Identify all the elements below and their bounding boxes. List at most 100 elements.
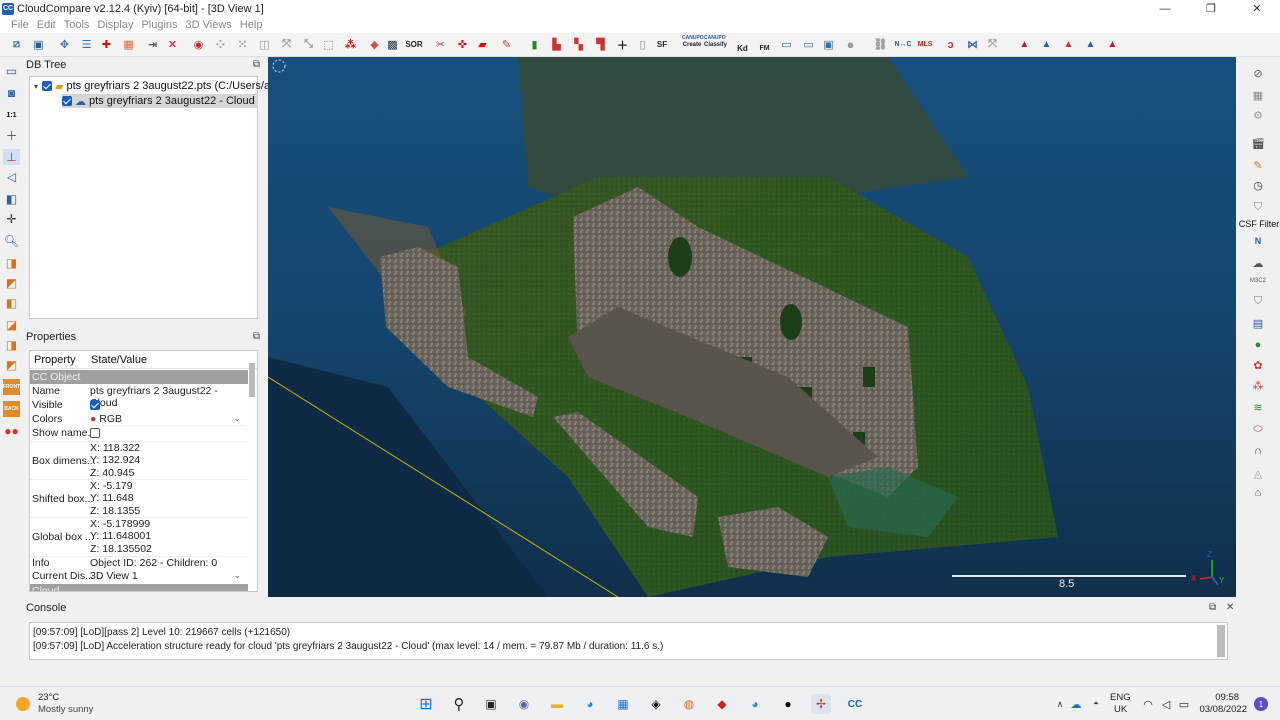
rainbow-5-icon[interactable]: ▲ bbox=[1104, 36, 1121, 53]
point-cloud-render[interactable] bbox=[268, 57, 1236, 597]
prop-value[interactable]: pts greyfriars 2 3august22 - Cloud bbox=[90, 385, 248, 409]
menu-file[interactable]: File bbox=[11, 19, 29, 31]
sphere-green-icon[interactable]: ● bbox=[1250, 337, 1266, 353]
segment-icon[interactable]: ✜ bbox=[454, 36, 471, 53]
view-bottom-icon[interactable]: ◩ bbox=[3, 357, 20, 373]
plane-icon[interactable]: ▰ bbox=[474, 36, 491, 53]
camera-icon[interactable]: ◙ bbox=[3, 85, 20, 101]
tree-cloud-checkbox[interactable] bbox=[62, 96, 72, 106]
fm-button[interactable]: FM bbox=[756, 40, 773, 57]
app-red-icon[interactable]: ◆ bbox=[712, 694, 732, 714]
firefox-icon[interactable]: ◍ bbox=[679, 694, 699, 714]
view-right-icon[interactable]: ◨ bbox=[3, 337, 20, 353]
sphere-wire-icon[interactable] bbox=[842, 36, 859, 53]
delete-icon[interactable]: ✕ bbox=[164, 36, 181, 53]
view-back-icon[interactable]: ◪ bbox=[3, 317, 20, 333]
perspective-icon[interactable]: ◁ bbox=[3, 169, 20, 185]
network-tray-icon[interactable]: ◓ bbox=[1086, 694, 1106, 714]
add-sf-icon[interactable]: ＋ bbox=[614, 36, 631, 53]
rainbow-2-icon[interactable]: ▲ bbox=[1038, 36, 1055, 53]
edge-icon[interactable]: ◕ bbox=[580, 694, 600, 714]
colors-select[interactable]: ● RGB ⌄ bbox=[90, 413, 243, 426]
sor-filter-button[interactable]: SOR bbox=[404, 36, 424, 53]
menu-edit[interactable]: Edit bbox=[37, 19, 56, 31]
shield-2-icon[interactable]: ⛉ bbox=[1250, 293, 1266, 309]
alienware-icon[interactable]: ◈ bbox=[646, 694, 666, 714]
kd-tree-button[interactable]: Kd bbox=[734, 40, 751, 57]
menu-plugins[interactable]: Plugins bbox=[141, 19, 177, 31]
weather-icon[interactable] bbox=[14, 695, 34, 713]
sf-arith-icon[interactable]: ▜ bbox=[592, 36, 609, 53]
task-view-icon[interactable]: ▣ bbox=[481, 694, 501, 714]
view-top-icon[interactable]: ◨ bbox=[3, 255, 20, 271]
onedrive-icon[interactable]: ☁ bbox=[1066, 694, 1086, 714]
list-icon[interactable]: ☰ bbox=[78, 36, 95, 53]
plus-icon[interactable]: ＋ bbox=[3, 127, 20, 143]
wifi-icon[interactable]: ◠ bbox=[1138, 694, 1158, 714]
3d-view[interactable]: 8.5 Z X Y bbox=[268, 57, 1236, 597]
cloudcompare-2-taskbar-icon[interactable]: CC bbox=[845, 694, 865, 714]
align-icon[interactable]: ⤡ bbox=[300, 36, 317, 53]
add-point-icon[interactable]: ✚ bbox=[98, 36, 115, 53]
rainbow-3-icon[interactable]: ▲ bbox=[1060, 36, 1077, 53]
cc-icon[interactable]: ⁂ bbox=[342, 36, 359, 53]
sf-filter-icon[interactable]: ▚ bbox=[570, 36, 587, 53]
tree-file-checkbox[interactable] bbox=[42, 81, 53, 91]
cloudcompare-taskbar-icon[interactable]: ✢ bbox=[811, 694, 831, 714]
clock-time[interactable]: 09:58 bbox=[1197, 692, 1239, 703]
mls-button[interactable]: MLS bbox=[915, 36, 935, 53]
float-panel-icon[interactable]: ⧉ bbox=[253, 59, 260, 70]
disable-icon[interactable]: ⊘ bbox=[1250, 65, 1266, 81]
float-panel-icon[interactable]: ⧉ bbox=[253, 331, 260, 342]
battery-icon[interactable]: ▭ bbox=[1174, 694, 1194, 714]
transform-tool-icon[interactable]: ⤧ bbox=[984, 36, 1001, 53]
view-left-icon[interactable]: ◧ bbox=[3, 295, 20, 311]
clock-date[interactable]: 03/08/2022 bbox=[1197, 704, 1247, 715]
compass-icon[interactable]: ⚙ bbox=[1250, 107, 1266, 123]
clock-icon[interactable]: ◷ bbox=[1250, 177, 1266, 193]
console-scrollbar[interactable] bbox=[1217, 625, 1225, 657]
language-top[interactable]: ENG bbox=[1110, 692, 1131, 703]
transform-icon[interactable]: ⤧ bbox=[278, 36, 295, 53]
save-icon[interactable]: ▣ bbox=[30, 36, 47, 53]
color-icon[interactable]: ▦ bbox=[120, 36, 137, 53]
view-front-icon[interactable]: ◩ bbox=[3, 275, 20, 291]
menu-tools[interactable]: Tools bbox=[64, 19, 90, 31]
file-explorer-icon[interactable]: ▬ bbox=[547, 694, 567, 714]
ellipse-icon[interactable]: ⬭ bbox=[1250, 421, 1266, 437]
search-icon[interactable]: ⚲ bbox=[449, 694, 469, 714]
clapper-icon[interactable]: 🎬︎ bbox=[1250, 135, 1266, 151]
language-bottom[interactable]: UK bbox=[1114, 704, 1127, 715]
stereo-icon[interactable]: ●● bbox=[3, 423, 20, 439]
mesh-icon[interactable]: ◫ bbox=[256, 36, 273, 53]
visible-checkbox[interactable] bbox=[90, 400, 103, 413]
notification-badge[interactable]: 1 bbox=[1254, 697, 1268, 711]
palette-icon[interactable]: ✿ bbox=[1250, 357, 1266, 373]
float-panel-icon[interactable]: ⧉ bbox=[1209, 602, 1216, 613]
csf-filter-button[interactable]: CSF Filter bbox=[1238, 219, 1280, 229]
tree-item-file[interactable]: ▾ ▰ pts greyfriars 2 3august22.pts (C:/U… bbox=[34, 79, 285, 93]
canupo-create-button[interactable]: CANUPO Create bbox=[682, 35, 704, 53]
n-button[interactable]: N bbox=[1250, 233, 1266, 249]
rainbow-4-icon[interactable]: ▲ bbox=[1082, 36, 1099, 53]
scissors-icon[interactable]: ✂ bbox=[432, 36, 449, 53]
pivot-icon[interactable]: ⊥ bbox=[3, 149, 20, 165]
zoom-icon[interactable]: 🔍︎ bbox=[3, 233, 20, 249]
open-icon[interactable]: ⧄ bbox=[8, 36, 25, 53]
cube-icon[interactable]: ◆ bbox=[366, 36, 383, 53]
collapse-icon[interactable]: ▾ bbox=[34, 82, 38, 91]
remove-sf-icon[interactable]: ▯ bbox=[634, 36, 651, 53]
shield-icon[interactable]: ⛉ bbox=[1250, 199, 1266, 215]
sf-gradient-icon[interactable]: ▙ bbox=[548, 36, 565, 53]
subsample-icon[interactable]: ⁘ bbox=[212, 36, 229, 53]
normal-to-color-button[interactable]: N↔C bbox=[893, 36, 913, 53]
sf-button[interactable]: SF bbox=[654, 36, 670, 53]
move-icon[interactable]: ✛ bbox=[3, 211, 20, 227]
triangle-icon[interactable]: ◬ bbox=[1250, 465, 1266, 481]
screen-icon[interactable]: ▭ bbox=[778, 36, 795, 53]
m3c2-button[interactable]: M3C2 bbox=[1250, 273, 1266, 289]
edge-dev-icon[interactable]: ◕ bbox=[745, 694, 765, 714]
pick-icon[interactable]: ✎ bbox=[498, 36, 515, 53]
menu-help[interactable]: Help bbox=[240, 19, 263, 31]
show-name-checkbox[interactable] bbox=[90, 428, 103, 441]
